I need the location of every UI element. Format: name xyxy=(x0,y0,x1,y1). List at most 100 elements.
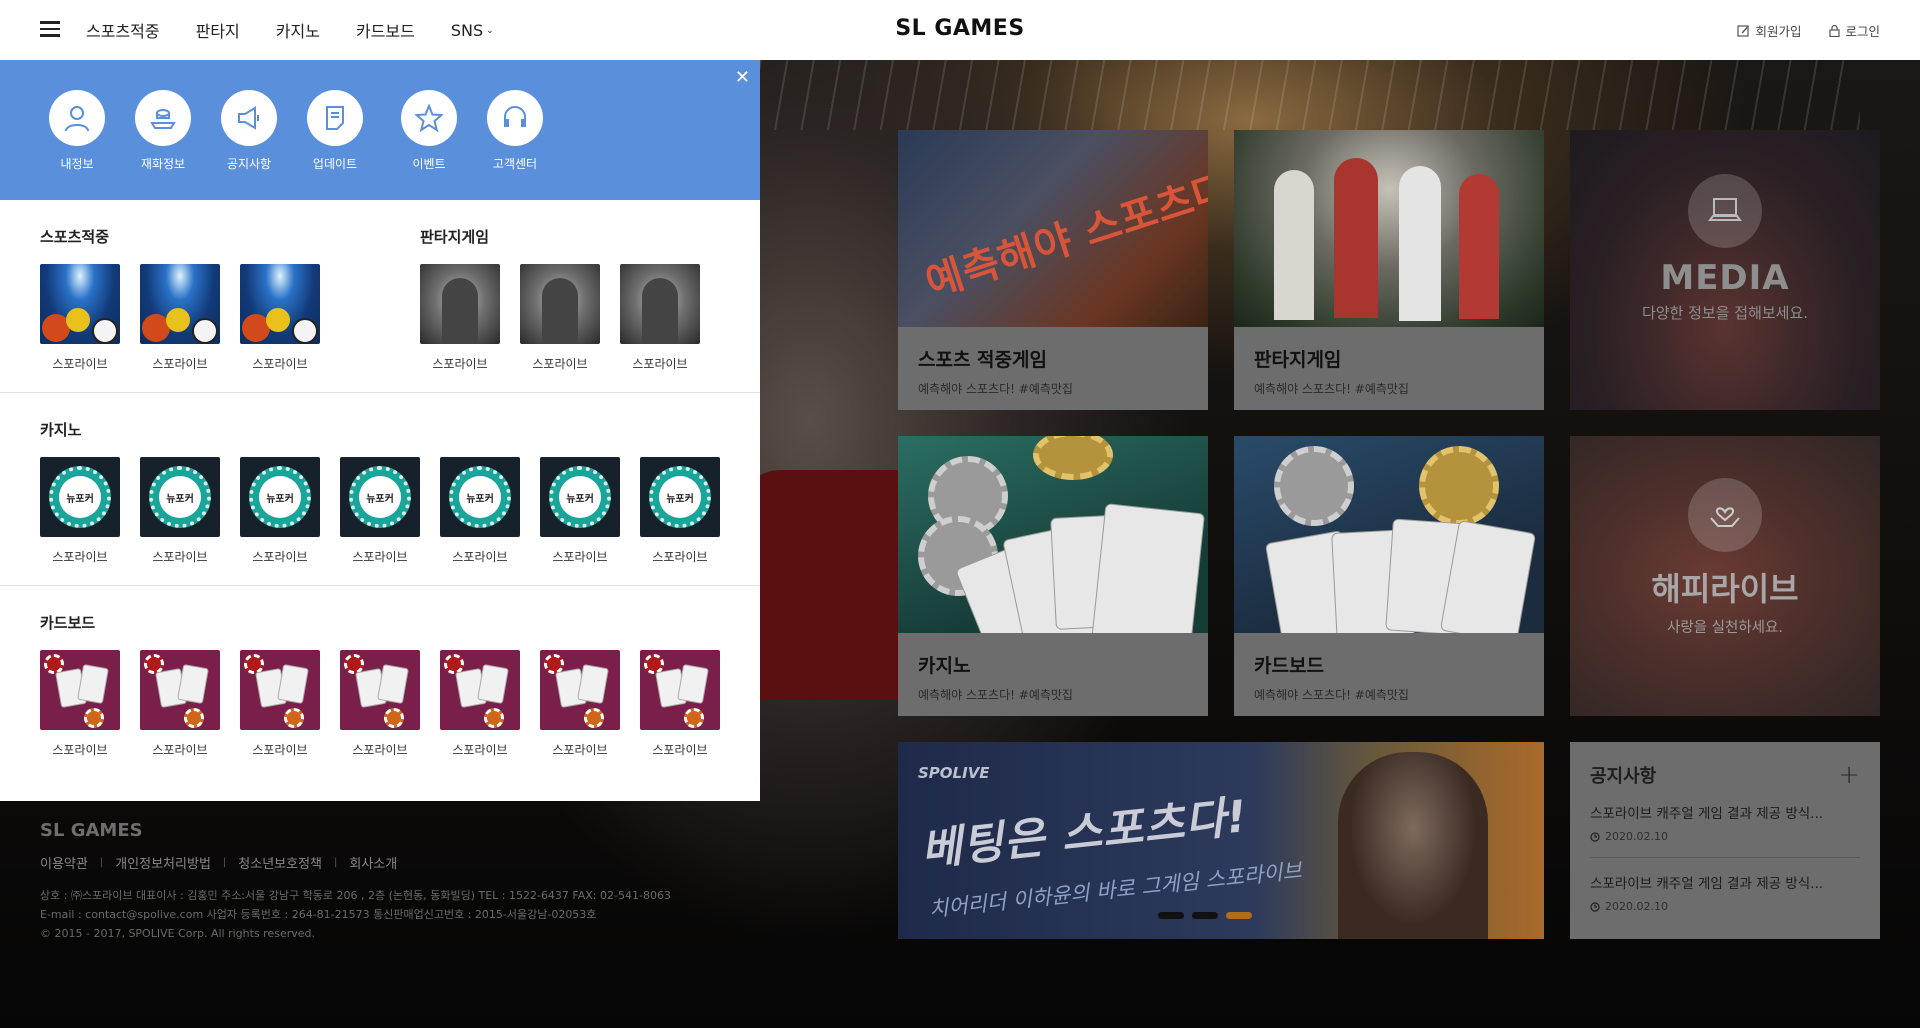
shortcut-update[interactable]: 업데이트 xyxy=(298,90,372,200)
card-fantasy-caption: 판타지게임 예측해야 스포츠다! #예측맛집 xyxy=(1234,327,1544,410)
soccer-ball xyxy=(192,318,218,344)
shortcut-support[interactable]: 고객센터 xyxy=(478,90,552,200)
game-item[interactable]: 스포라이브 xyxy=(340,650,420,758)
footer-link-terms[interactable]: 이용약관 xyxy=(40,853,88,872)
playing-card xyxy=(1090,503,1206,653)
shortcut-currency[interactable]: 재화정보 xyxy=(126,90,200,200)
banner-dot-1[interactable] xyxy=(1158,912,1184,919)
card-cardboard[interactable]: 카드보드 예측해야 스포츠다! #예측맛집 xyxy=(1234,436,1544,716)
card-fantasy-image xyxy=(1234,130,1544,327)
card-sports-caption: 스포츠 적중게임 예측해야 스포츠다! #예측맛집 xyxy=(898,327,1208,410)
signup-link[interactable]: 회원가입 xyxy=(1737,21,1801,40)
poker-chip xyxy=(484,708,504,728)
athlete-figure xyxy=(1274,170,1314,320)
game-item[interactable]: 스포라이브 xyxy=(620,264,700,372)
robot-figure xyxy=(442,278,478,344)
card-cardboard-title: 카드보드 xyxy=(1254,655,1324,677)
game-name: 스포라이브 xyxy=(452,550,508,564)
casino-thumb-text: 뉴포커 xyxy=(659,476,701,518)
notice-item[interactable]: 스포라이브 캐주얼 게임 결과 제공 방식... 2020.02.10 xyxy=(1590,857,1860,913)
game-item[interactable]: 스포라이브 xyxy=(240,650,320,758)
card-media[interactable]: MEDIA 다양한 정보을 접해보세요. xyxy=(1570,130,1880,410)
game-name: 스포라이브 xyxy=(532,357,588,371)
headset-icon xyxy=(504,106,526,127)
card-happylive[interactable]: 해피라이브 사랑을 실천하세요. xyxy=(1570,436,1880,716)
game-name: 스포라이브 xyxy=(52,743,108,757)
shortcut-notice[interactable]: 공지사항 xyxy=(212,90,286,200)
close-icon[interactable]: ✕ xyxy=(735,67,750,88)
game-item[interactable]: 뉴포커스포라이브 xyxy=(440,457,520,565)
main-nav: 스포츠적중 판타지 카지노 카드보드 SNS ⌄ xyxy=(86,0,494,60)
menu-group-title: 판타지게임 xyxy=(420,228,490,246)
menu-group-fantasy: 판타지게임 스포라이브 스포라이브 스포라이브 xyxy=(420,226,700,372)
nav-item-fantasy[interactable]: 판타지 xyxy=(196,18,240,42)
game-thumbnail xyxy=(240,264,320,344)
card-casino[interactable]: 카지노 예측해야 스포츠다! #예측맛집 xyxy=(898,436,1208,716)
game-item[interactable]: 스포라이브 xyxy=(520,264,600,372)
game-item[interactable]: 뉴포커 스포라이브 xyxy=(640,457,720,565)
game-name: 스포라이브 xyxy=(252,550,308,564)
banner-dot-3[interactable] xyxy=(1226,912,1252,919)
poker-chip xyxy=(184,708,204,728)
login-link[interactable]: 로그인 xyxy=(1829,21,1880,40)
poker-chip xyxy=(384,708,404,728)
game-item[interactable]: 스포라이브 xyxy=(40,264,120,372)
footer-link-privacy[interactable]: 개인정보처리방법 xyxy=(115,853,211,872)
nav-item-casino[interactable]: 카지노 xyxy=(276,18,320,42)
game-item[interactable]: 뉴포커 스포라이브 xyxy=(340,457,420,565)
footer-link-youth[interactable]: 청소년보호정책 xyxy=(238,853,322,872)
game-thumbnail: 뉴포커 xyxy=(540,457,620,537)
footer-link-about[interactable]: 회사소개 xyxy=(349,853,397,872)
shortcut-label: 업데이트 xyxy=(312,157,358,171)
game-name: 스포라이브 xyxy=(252,743,308,757)
volleyball xyxy=(166,308,190,332)
card-cardboard-subtitle: 예측해야 스포츠다! #예측맛집 xyxy=(1254,688,1409,702)
poker-chip xyxy=(684,708,704,728)
game-item[interactable]: 스포라이브 xyxy=(140,264,220,372)
top-header: 스포츠적중 판타지 카지노 카드보드 SNS ⌄ SL GAMES 회원가입 로그… xyxy=(0,0,1920,60)
footer-info-line: 상호 : ㈜스포라이브 대표이사 : 김홍민 주소:서울 강남구 학동로 206… xyxy=(40,889,671,902)
card-casino-subtitle: 예측해야 스포츠다! #예측맛집 xyxy=(918,688,1073,702)
game-item[interactable]: 뉴포커 스포라이브 xyxy=(140,457,220,565)
card-media-subtitle: 다양한 정보을 접해보세요. xyxy=(1641,304,1809,322)
game-name: 스포라이브 xyxy=(552,743,608,757)
game-item[interactable]: 뉴포커 스포라이브 xyxy=(540,457,620,565)
hamburger-icon[interactable] xyxy=(40,21,60,37)
game-thumbnail xyxy=(140,650,220,730)
nav-item-sns[interactable]: SNS ⌄ xyxy=(451,21,494,40)
laptop-icon xyxy=(1688,174,1762,248)
game-thumbnail: 뉴포커 xyxy=(440,457,520,537)
notice-item[interactable]: 스포라이브 캐주얼 게임 결과 제공 방식... 2020.02.10 xyxy=(1590,802,1860,843)
game-name: 스포라이브 xyxy=(152,357,208,371)
signup-label: 회원가입 xyxy=(1755,23,1802,39)
notice-item-date: 2020.02.10 xyxy=(1605,830,1668,843)
robot-figure xyxy=(542,278,578,344)
game-item[interactable]: 스포라이브 xyxy=(140,650,220,758)
site-footer: SL GAMES 이용약관 | 개인정보처리방법 | 청소년보호정책 | 회사소개 상… xyxy=(40,820,671,943)
card-fantasy-title: 판타지게임 xyxy=(1254,349,1342,371)
card-fantasy[interactable]: 판타지게임 예측해야 스포츠다! #예측맛집 xyxy=(1234,130,1544,410)
card-happylive-title: 해피라이브 xyxy=(1651,570,1799,608)
game-item[interactable]: 스포라이브 xyxy=(540,650,620,758)
game-item[interactable]: 스포라이브 xyxy=(640,650,720,758)
menu-group-title: 카드보드 xyxy=(40,614,96,632)
game-item[interactable]: 스포라이브 xyxy=(240,264,320,372)
nav-item-sports[interactable]: 스포츠적중 xyxy=(86,18,160,42)
nav-item-cardboard[interactable]: 카드보드 xyxy=(356,18,415,42)
plus-icon[interactable]: + xyxy=(1838,762,1860,788)
shortcut-event[interactable]: 이벤트 xyxy=(392,90,466,200)
game-thumbnail xyxy=(520,264,600,344)
banner-dot-2[interactable] xyxy=(1192,912,1218,919)
game-item[interactable]: 뉴포커 스포라이브 xyxy=(40,457,120,565)
shortcut-my-info[interactable]: 내정보 xyxy=(40,90,114,200)
footer-links: 이용약관 | 개인정보처리방법 | 청소년보호정책 | 회사소개 xyxy=(40,853,671,872)
game-item[interactable]: 스포라이브 xyxy=(40,650,120,758)
game-item[interactable]: 스포라이브 xyxy=(420,264,500,372)
promo-banner[interactable]: SPOLIVE 베팅은 스포츠다! 치어리더 이하윤의 바로 그게임 스포라이브 xyxy=(898,742,1544,939)
game-item[interactable]: 스포라이브 xyxy=(440,650,520,758)
card-sports[interactable]: 예측해야 스포츠다! 스포츠 적중게임 예측해야 스포츠다! #예측맛집 xyxy=(898,130,1208,410)
poker-chip xyxy=(84,708,104,728)
card-happylive-subtitle: 사랑을 실천하세요. xyxy=(1667,620,1783,636)
banner-brand: SPOLIVE xyxy=(918,764,990,782)
game-item[interactable]: 뉴포커 스포라이브 xyxy=(240,457,320,565)
